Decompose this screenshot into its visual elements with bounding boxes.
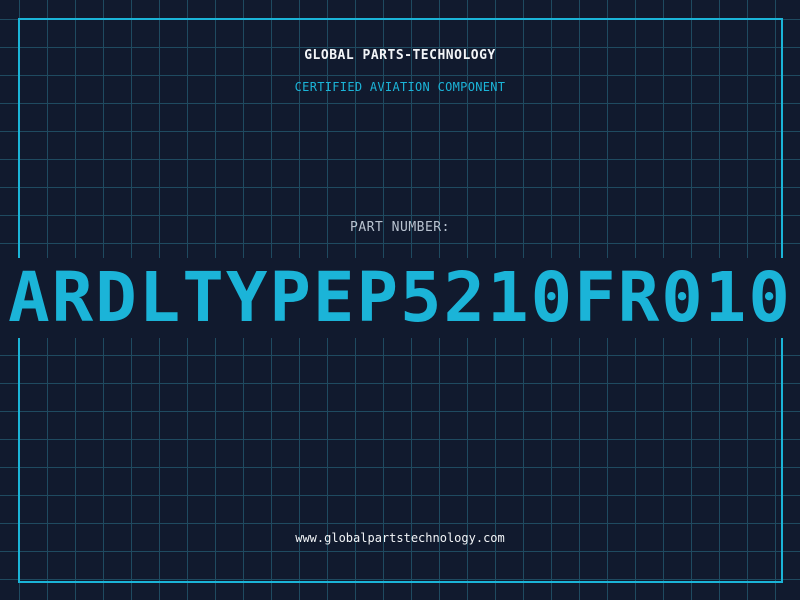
part-number-band: ARDLTYPEP5210FR010 <box>0 258 800 338</box>
part-number-label: PART NUMBER: <box>350 220 450 235</box>
website-url[interactable]: www.globalpartstechnology.com <box>0 531 800 545</box>
part-number-value: ARDLTYPEP5210FR010 <box>8 258 792 338</box>
label-canvas: GLOBAL PARTS-TECHNOLOGY CERTIFIED AVIATI… <box>0 0 800 600</box>
company-name: GLOBAL PARTS-TECHNOLOGY <box>304 48 496 63</box>
certification-subtitle: CERTIFIED AVIATION COMPONENT <box>294 80 506 94</box>
